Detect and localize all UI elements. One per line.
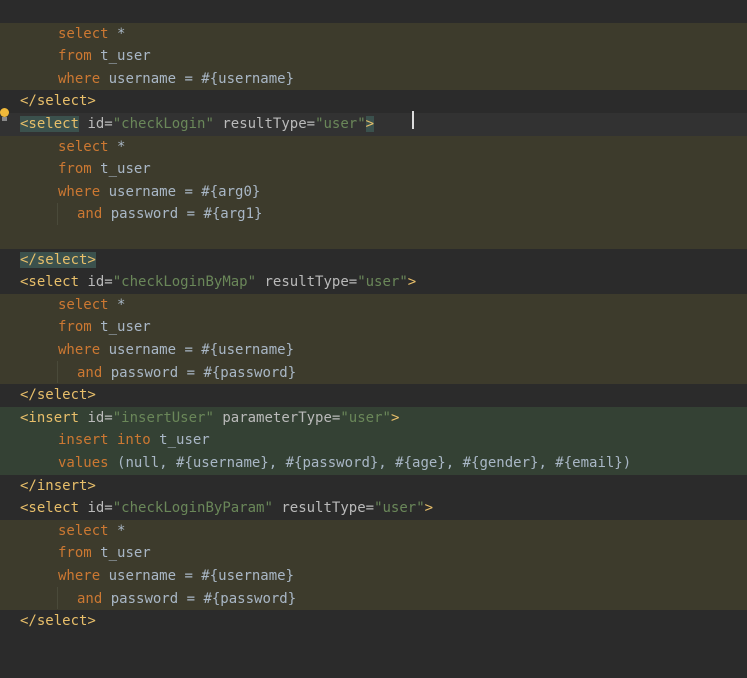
code-line-26[interactable]: where username = #{username} bbox=[0, 565, 747, 588]
code-line-10[interactable]: and password = #{arg1} bbox=[0, 203, 747, 226]
code-text: select * bbox=[58, 138, 126, 155]
code-line-21[interactable]: values (null, #{username}, #{password}, … bbox=[0, 452, 747, 475]
code-line-15[interactable]: from t_user bbox=[0, 316, 747, 339]
code-text: </select> bbox=[20, 251, 96, 268]
code-text: and password = #{password} bbox=[77, 364, 297, 381]
code-text: <select id="checkLogin" resultType="user… bbox=[20, 116, 375, 132]
code-text: where username = #{username} bbox=[58, 568, 295, 584]
code-line-3[interactable]: from t_user bbox=[0, 45, 747, 68]
code-text: </select> bbox=[20, 93, 96, 110]
code-text: </select> bbox=[20, 613, 96, 630]
code-line-18[interactable]: </select> bbox=[0, 384, 747, 407]
code-text: from t_user bbox=[58, 48, 151, 65]
indent-guide bbox=[57, 361, 58, 383]
code-line-25[interactable]: from t_user bbox=[0, 542, 747, 565]
code-line-13[interactable]: <select id="checkLoginByMap" resultType=… bbox=[0, 271, 747, 294]
code-text: <insert id="insertUser" parameterType="u… bbox=[20, 409, 400, 426]
indent-guide bbox=[57, 587, 58, 609]
code-text: select * bbox=[58, 25, 126, 42]
code-line-17[interactable]: and password = #{password} bbox=[0, 361, 747, 385]
code-line-14[interactable]: select * bbox=[0, 293, 747, 317]
code-line-6[interactable]: <select id="checkLogin" resultType="user… bbox=[0, 113, 747, 136]
code-line-19[interactable]: <insert id="insertUser" parameterType="u… bbox=[0, 406, 747, 430]
code-line-23[interactable]: <select id="checkLoginByParam" resultTyp… bbox=[0, 497, 747, 520]
code-text: </select> bbox=[20, 387, 96, 404]
code-text: where username = #{username} bbox=[58, 342, 295, 358]
code-text: values (null, #{username}, #{password}, … bbox=[58, 455, 632, 471]
code-line-1[interactable]: <select id="selectUserByName" resultType… bbox=[0, 0, 747, 42]
code-line-16[interactable]: where username = #{username} bbox=[0, 339, 747, 362]
code-line-9[interactable]: where username = #{arg0} bbox=[0, 180, 747, 204]
code-line-27[interactable]: and password = #{password} bbox=[0, 587, 747, 611]
code-text: from t_user bbox=[58, 161, 151, 178]
code-line-24[interactable]: select * bbox=[0, 519, 747, 543]
code-line-12[interactable]: </select> bbox=[0, 248, 747, 272]
lightbulb-icon[interactable] bbox=[0, 108, 9, 117]
code-line-8[interactable]: from t_user bbox=[0, 158, 747, 181]
code-text: where username = #{username} bbox=[58, 70, 295, 87]
code-text: and password = #{password} bbox=[77, 590, 297, 607]
lightbulb-base bbox=[2, 117, 7, 121]
code-editor[interactable]: <select id="selectUserByName" resultType… bbox=[0, 0, 747, 633]
code-text: <select id="checkLoginByParam" resultTyp… bbox=[20, 500, 434, 517]
code-line-4[interactable]: where username = #{username} bbox=[0, 67, 747, 91]
code-text: <select id="checkLoginByMap" resultType=… bbox=[20, 274, 417, 291]
code-line-7[interactable]: select * bbox=[0, 135, 747, 159]
code-text: </insert> bbox=[20, 477, 96, 494]
code-line-5[interactable]: </select> bbox=[0, 90, 747, 113]
code-line-11[interactable] bbox=[0, 226, 747, 249]
code-line-28[interactable]: </select> bbox=[0, 610, 747, 633]
text-caret bbox=[412, 111, 414, 129]
indent-guide bbox=[57, 203, 58, 225]
code-line-22[interactable]: </insert> bbox=[0, 474, 747, 498]
code-text: insert into t_user bbox=[58, 432, 210, 449]
code-text: select * bbox=[58, 296, 126, 313]
code-text: where username = #{arg0} bbox=[58, 183, 261, 200]
code-line-20[interactable]: insert into t_user bbox=[0, 429, 747, 452]
code-text: select * bbox=[58, 522, 126, 539]
code-line-2[interactable]: select * bbox=[0, 22, 747, 46]
code-text: from t_user bbox=[58, 545, 151, 562]
code-text: from t_user bbox=[58, 319, 151, 336]
